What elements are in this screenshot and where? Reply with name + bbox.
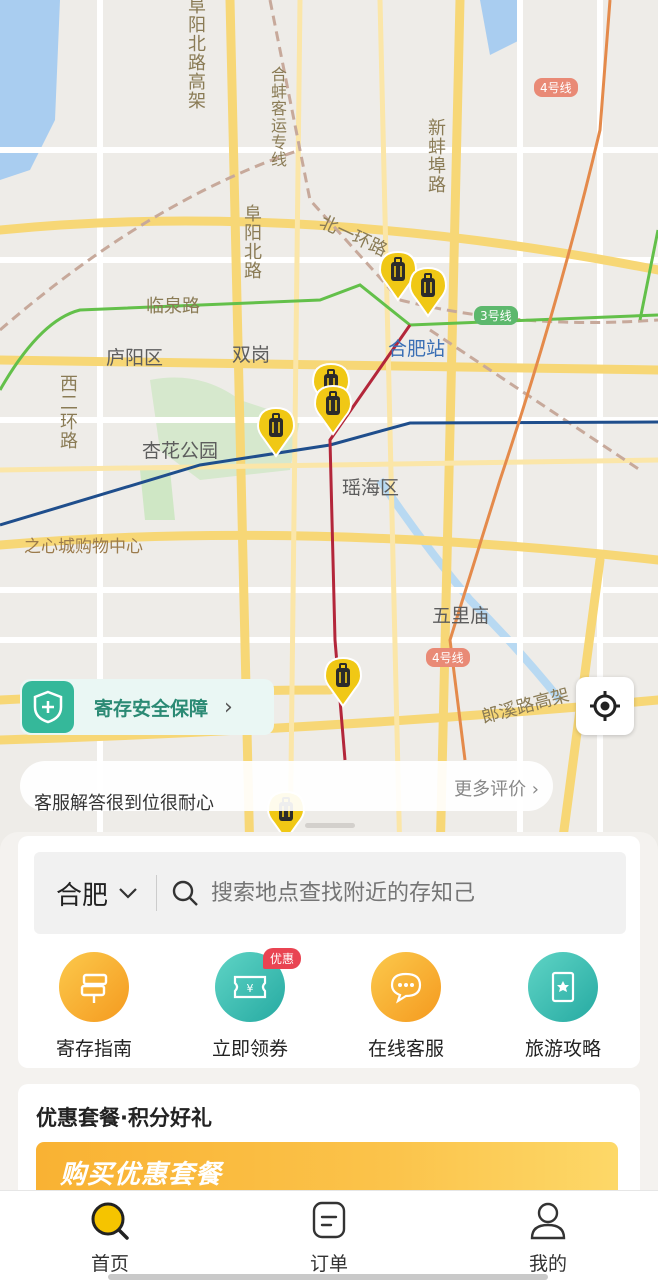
luggage-pin-icon	[313, 384, 353, 436]
quick-action-label: 在线客服	[367, 1038, 444, 1060]
map-label-xinbeng-road: 新蚌埠路	[425, 118, 446, 194]
quick-action-get-coupon[interactable]: ¥ 优惠 立即领券	[190, 948, 310, 1061]
luggage-pin-icon	[408, 266, 448, 318]
quick-action-online-service[interactable]: 在线客服	[346, 952, 466, 1061]
safety-guarantee-banner[interactable]: 寄存安全保障 ›	[20, 679, 274, 735]
tab-label: 我的	[528, 1253, 567, 1275]
metro-line-badge: 4号线	[426, 648, 470, 667]
storage-location-pin[interactable]	[408, 266, 448, 318]
coupon-icon: ¥ 优惠	[215, 948, 302, 1022]
chevron-down-icon[interactable]	[118, 887, 138, 899]
shield-icon	[22, 681, 74, 733]
city-selector[interactable]: 合肥	[56, 875, 108, 912]
quick-action-label: 立即领券	[211, 1038, 288, 1060]
safety-guarantee-label: 寄存安全保障	[94, 697, 209, 720]
map-label-yaohai-district: 瑶海区	[342, 477, 400, 499]
guidebook-icon	[528, 952, 598, 1022]
more-reviews-link[interactable]: 更多评价 ›	[454, 775, 539, 801]
home-indicator	[108, 1274, 548, 1280]
quick-action-travel-guide[interactable]: 旅游攻略	[503, 952, 623, 1061]
search-divider	[156, 875, 158, 911]
tab-profile[interactable]: 我的	[488, 1201, 608, 1276]
profile-icon	[530, 1202, 566, 1240]
quick-action-label: 寄存指南	[55, 1038, 132, 1060]
review-ticker[interactable]: 客服解答很到位很耐心 更多评价 ›	[20, 761, 553, 814]
chat-icon	[371, 952, 441, 1022]
metro-line-badge: 3号线	[474, 306, 518, 325]
map-label-west-ring: 西二环路	[57, 374, 78, 450]
search-input[interactable]	[211, 880, 552, 906]
locate-me-button[interactable]	[576, 677, 634, 735]
map-label-luyang-district: 庐阳区	[106, 347, 164, 369]
map-label-fuyang-north-road: 阜阳北路	[241, 204, 262, 280]
sheet-drag-handle[interactable]	[305, 823, 355, 828]
storage-location-pin[interactable]	[313, 384, 353, 436]
chevron-right-icon: ›	[224, 694, 233, 720]
search-icon	[91, 1202, 129, 1240]
map-label-hefei-station: 合肥站	[388, 338, 446, 360]
quick-action-storage-guide[interactable]: 寄存指南	[34, 952, 154, 1061]
crosshair-icon	[590, 691, 620, 721]
bottom-tab-bar: 首页 订单 我的	[0, 1190, 658, 1280]
luggage-pin-icon	[323, 656, 363, 708]
search-icon	[172, 880, 198, 906]
quick-action-label: 旅游攻略	[524, 1038, 601, 1060]
discount-badge: 优惠	[263, 948, 302, 969]
storage-location-pin[interactable]	[323, 656, 363, 708]
map-label-hebeng-line: 合蚌客运专线	[268, 66, 287, 168]
map-label-zhixin-mall: 之心城购物中心	[24, 537, 143, 557]
map-label-linquan-road: 临泉路	[146, 296, 200, 317]
tab-label: 首页	[90, 1253, 129, 1275]
tab-orders[interactable]: 订单	[269, 1201, 389, 1276]
signpost-icon	[59, 952, 129, 1022]
order-icon	[312, 1201, 346, 1239]
promo-banner-text: 购买优惠套餐	[60, 1160, 223, 1190]
tab-home[interactable]: 首页	[50, 1201, 170, 1276]
promo-title: 优惠套餐·积分好礼	[36, 1106, 212, 1130]
map-label-wulimiao: 五里庙	[432, 605, 490, 627]
storage-location-pin[interactable]	[256, 406, 296, 458]
review-quote: 客服解答很到位很耐心	[34, 793, 214, 814]
map-label-shuanggang: 双岗	[232, 344, 271, 366]
map-label-fuyang-north-elevated: 阜阳北路高架	[185, 0, 206, 110]
svg-text:¥: ¥	[247, 982, 254, 995]
map-label-xinghua-park: 杏花公园	[142, 440, 219, 462]
tab-label: 订单	[309, 1253, 348, 1275]
search-bar[interactable]: 合肥	[34, 852, 626, 934]
metro-line-badge: 4号线	[534, 78, 578, 97]
luggage-pin-icon	[256, 406, 296, 458]
